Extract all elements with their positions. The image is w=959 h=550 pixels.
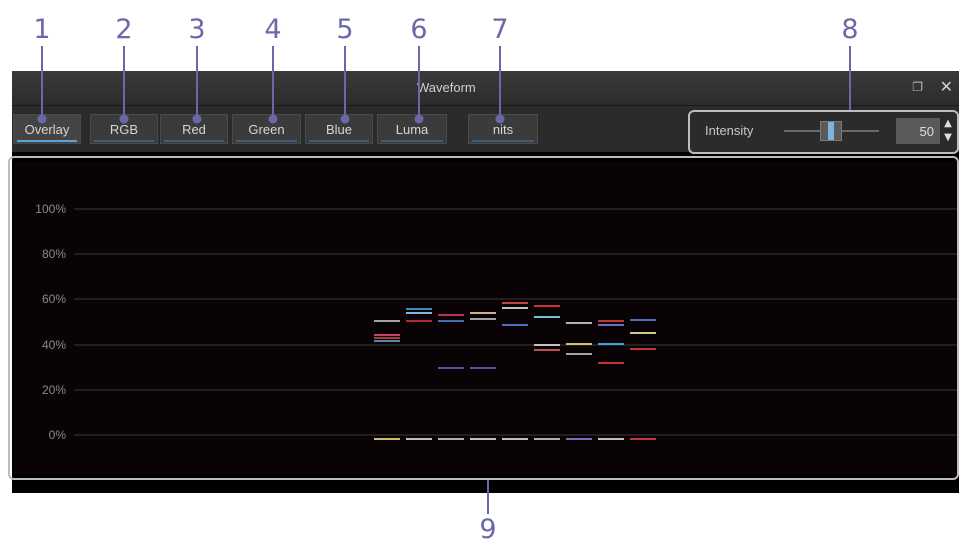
callout-6: 6	[410, 14, 428, 45]
nits-button-label: nits	[492, 121, 514, 137]
callout-line-1	[41, 46, 43, 119]
callout-line-5	[344, 46, 346, 119]
callout-line-9	[487, 480, 489, 514]
callout-dot-4	[268, 114, 278, 124]
overlay-button-label: Overlay	[24, 121, 70, 137]
callout-1: 1	[33, 14, 51, 45]
luma-button-label: Luma	[395, 121, 429, 137]
overlay-button[interactable]: Overlay	[13, 114, 81, 144]
window-title: Waveform	[417, 80, 476, 95]
callout-4: 4	[264, 14, 282, 45]
callout-2: 2	[115, 14, 133, 45]
callout-line-6	[418, 46, 420, 119]
callout-3: 3	[188, 14, 206, 45]
callout-7: 7	[491, 14, 509, 45]
close-icon[interactable]: ✕	[940, 77, 953, 96]
blue-button-label: Blue	[325, 121, 353, 137]
restore-icon[interactable]: ❐	[912, 80, 923, 94]
intensity-highlight	[688, 110, 959, 154]
callout-line-2	[123, 46, 125, 119]
callout-dot-3	[192, 114, 202, 124]
callout-line-3	[196, 46, 198, 119]
red-button-label: Red	[182, 121, 206, 137]
callout-9: 9	[479, 514, 497, 545]
callout-5: 5	[336, 14, 354, 45]
callout-line-7	[499, 46, 501, 119]
callout-dot-7	[495, 114, 505, 124]
callout-dot-6	[414, 114, 424, 124]
luma-button[interactable]: Luma	[377, 114, 447, 144]
callout-dot-2	[119, 114, 129, 124]
green-button[interactable]: Green	[232, 114, 301, 144]
callout-dot-1	[37, 114, 47, 124]
green-button-label: Green	[248, 121, 285, 137]
title-bar[interactable]: Waveform ❐ ✕	[12, 71, 959, 106]
rgb-button-label: RGB	[109, 121, 139, 137]
callout-line-4	[272, 46, 274, 119]
callout-dot-5	[340, 114, 350, 124]
callout-line-8	[849, 46, 851, 110]
blue-button[interactable]: Blue	[305, 114, 373, 144]
scope-highlight	[8, 156, 959, 480]
callout-8: 8	[841, 14, 859, 45]
